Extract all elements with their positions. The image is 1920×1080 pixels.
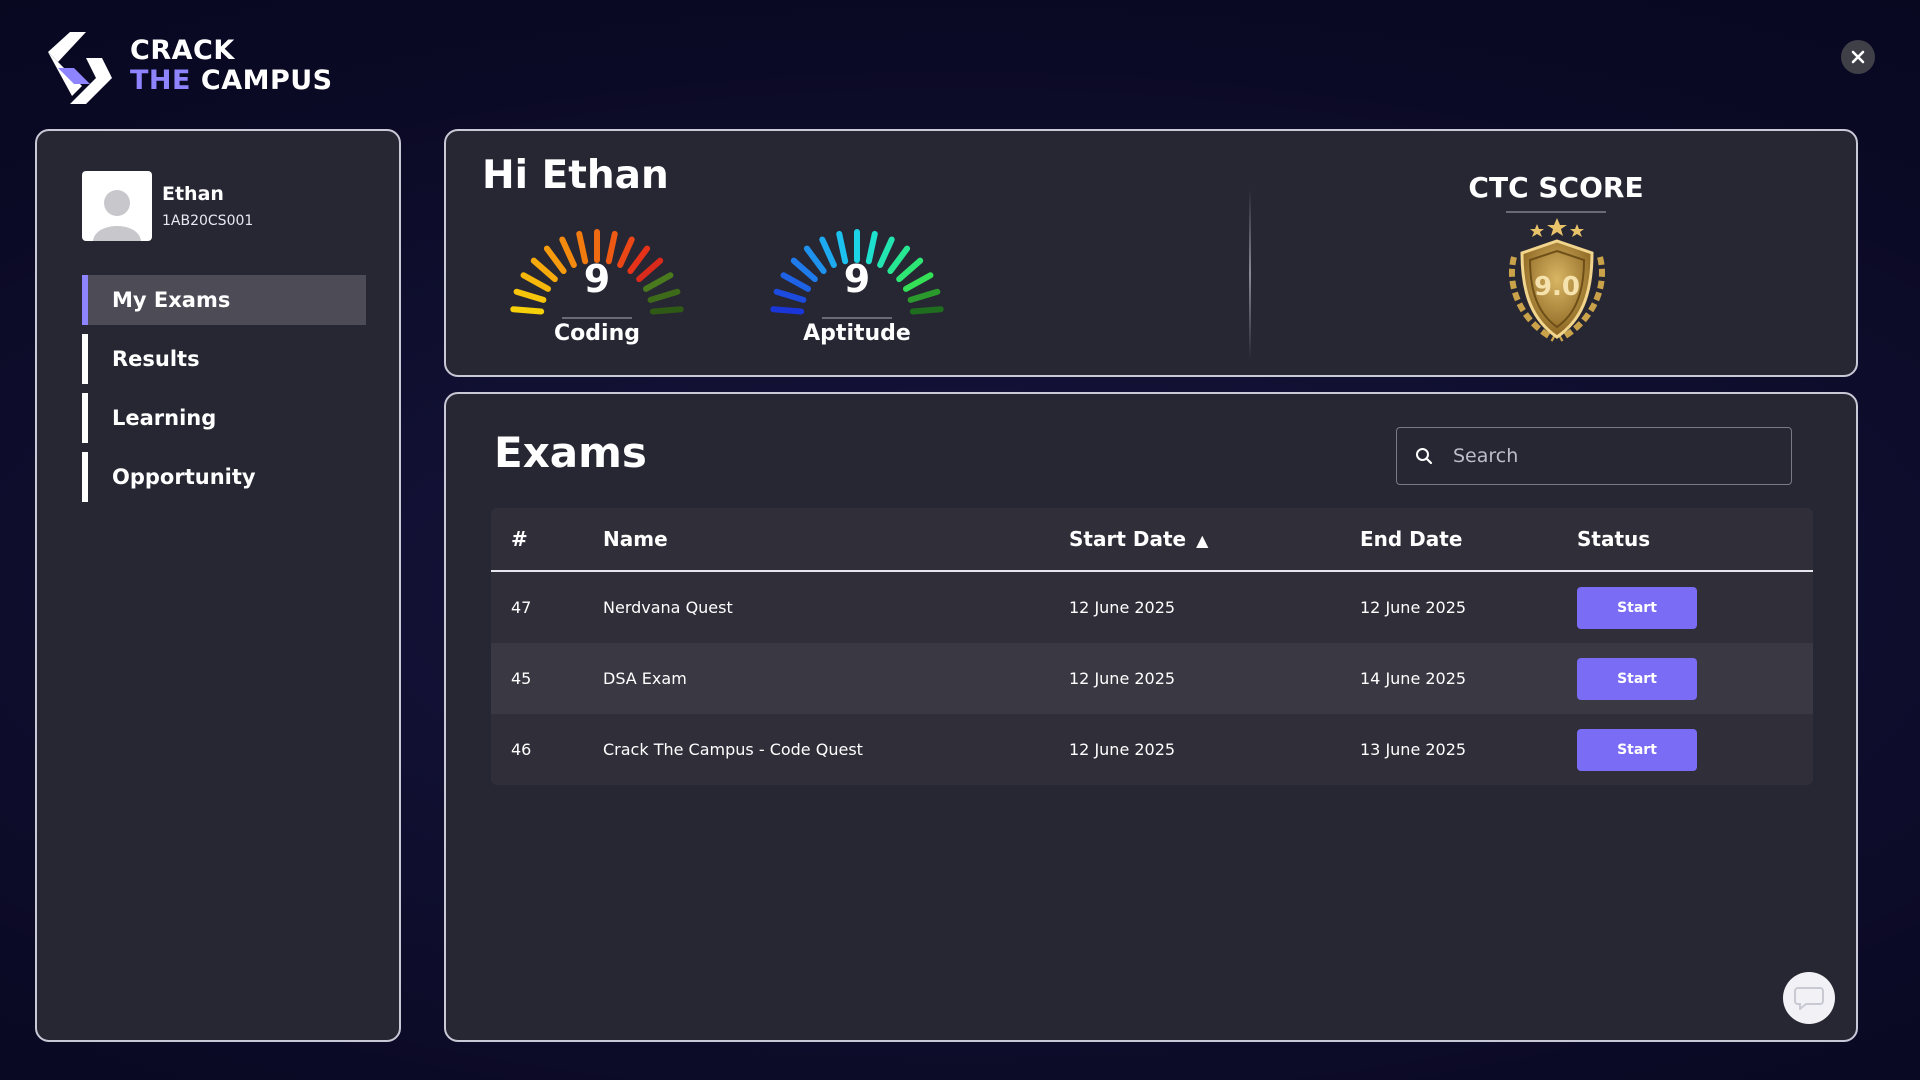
ctc-score-value: 9.0 <box>1533 272 1581 302</box>
logo-icon <box>48 32 112 104</box>
aptitude-gauge: 9 Aptitude <box>762 221 952 351</box>
coding-label: Coding <box>554 321 640 346</box>
gauge-tick <box>770 306 805 315</box>
sidebar-item-my-exams[interactable]: My Exams <box>82 275 366 325</box>
exam-end-date: 14 June 2025 <box>1360 669 1467 688</box>
table-row: 45 DSA Exam 12 June 2025 14 June 2025 St… <box>491 643 1813 714</box>
aptitude-score: 9 <box>843 257 871 301</box>
table-header: # Name Start Date ▲ End Date Status <box>491 508 1813 572</box>
column-header-num[interactable]: # <box>491 527 603 551</box>
search-input[interactable] <box>1453 445 1773 467</box>
exam-num: 47 <box>511 598 532 617</box>
user-profile: Ethan 1AB20CS001 <box>82 171 253 241</box>
brand-line1: CRACK <box>130 35 235 66</box>
exam-name: Crack The Campus - Code Quest <box>603 740 863 759</box>
column-header-status[interactable]: Status <box>1577 527 1813 551</box>
coding-score: 9 <box>583 257 611 301</box>
sidebar-item-results[interactable]: Results <box>82 334 366 384</box>
user-avatar-icon <box>89 181 145 241</box>
exam-start-date: 12 June 2025 <box>1069 669 1176 688</box>
coding-gauge-underline <box>562 317 632 319</box>
sort-ascending-icon: ▲ <box>1196 531 1209 550</box>
search-box[interactable] <box>1396 427 1792 485</box>
close-icon <box>1851 50 1865 64</box>
exam-start-date: 12 June 2025 <box>1069 740 1176 759</box>
exam-num: 46 <box>511 740 532 759</box>
chat-icon <box>1794 987 1824 1010</box>
exam-name: Nerdvana Quest <box>603 598 733 617</box>
ctc-score-title: CTC SCORE <box>1468 171 1644 204</box>
exams-title: Exams <box>494 428 647 477</box>
chat-button[interactable] <box>1783 972 1835 1024</box>
column-header-end-date[interactable]: End Date <box>1360 527 1577 551</box>
column-header-name[interactable]: Name <box>603 527 1069 551</box>
sidebar-item-learning[interactable]: Learning <box>82 393 366 443</box>
user-name: Ethan <box>162 183 224 205</box>
brand-logo: CRACK THE CAMPUS <box>40 28 333 104</box>
sidebar: Ethan 1AB20CS001 My Exams Results Learni… <box>35 129 401 1042</box>
close-button[interactable] <box>1841 40 1875 74</box>
aptitude-label: Aptitude <box>803 321 911 346</box>
ctc-score-underline <box>1506 211 1606 213</box>
start-exam-button[interactable]: Start <box>1577 657 1697 700</box>
gauge-tick <box>649 306 684 315</box>
brand-line2-accent: THE <box>130 65 191 96</box>
exam-start-date: 12 June 2025 <box>1069 598 1176 617</box>
sidebar-item-opportunity[interactable]: Opportunity <box>82 452 366 502</box>
score-summary-panel: Hi Ethan 9 Coding 9 Aptitude CTC SCORE 9… <box>444 129 1858 377</box>
table-row: 46 Crack The Campus - Code Quest 12 June… <box>491 714 1813 785</box>
avatar <box>82 171 152 241</box>
exam-num: 45 <box>511 669 532 688</box>
column-header-start-date[interactable]: Start Date ▲ <box>1069 527 1360 551</box>
exams-panel: Exams # Name Start Date ▲ End Date Status… <box>444 392 1858 1042</box>
table-row: 47 Nerdvana Quest 12 June 2025 12 June 2… <box>491 572 1813 643</box>
exams-table: # Name Start Date ▲ End Date Status 47 Ne… <box>491 508 1813 785</box>
start-exam-button[interactable]: Start <box>1577 728 1697 771</box>
start-exam-button[interactable]: Start <box>1577 586 1697 629</box>
exam-end-date: 13 June 2025 <box>1360 740 1467 759</box>
summary-divider <box>1249 189 1251 359</box>
aptitude-gauge-underline <box>822 317 892 319</box>
greeting: Hi Ethan <box>482 153 669 198</box>
exam-end-date: 12 June 2025 <box>1360 598 1467 617</box>
column-header-start-date-label: Start Date <box>1069 527 1187 551</box>
coding-gauge: 9 Coding <box>502 221 692 351</box>
user-id: 1AB20CS001 <box>162 213 254 229</box>
sidebar-nav: My Exams Results Learning Opportunity <box>82 275 366 511</box>
gauge-tick <box>510 306 545 315</box>
exam-name: DSA Exam <box>603 669 687 688</box>
gauge-tick <box>909 306 944 315</box>
brand-line2: CAMPUS <box>200 65 333 96</box>
search-icon <box>1416 448 1433 465</box>
